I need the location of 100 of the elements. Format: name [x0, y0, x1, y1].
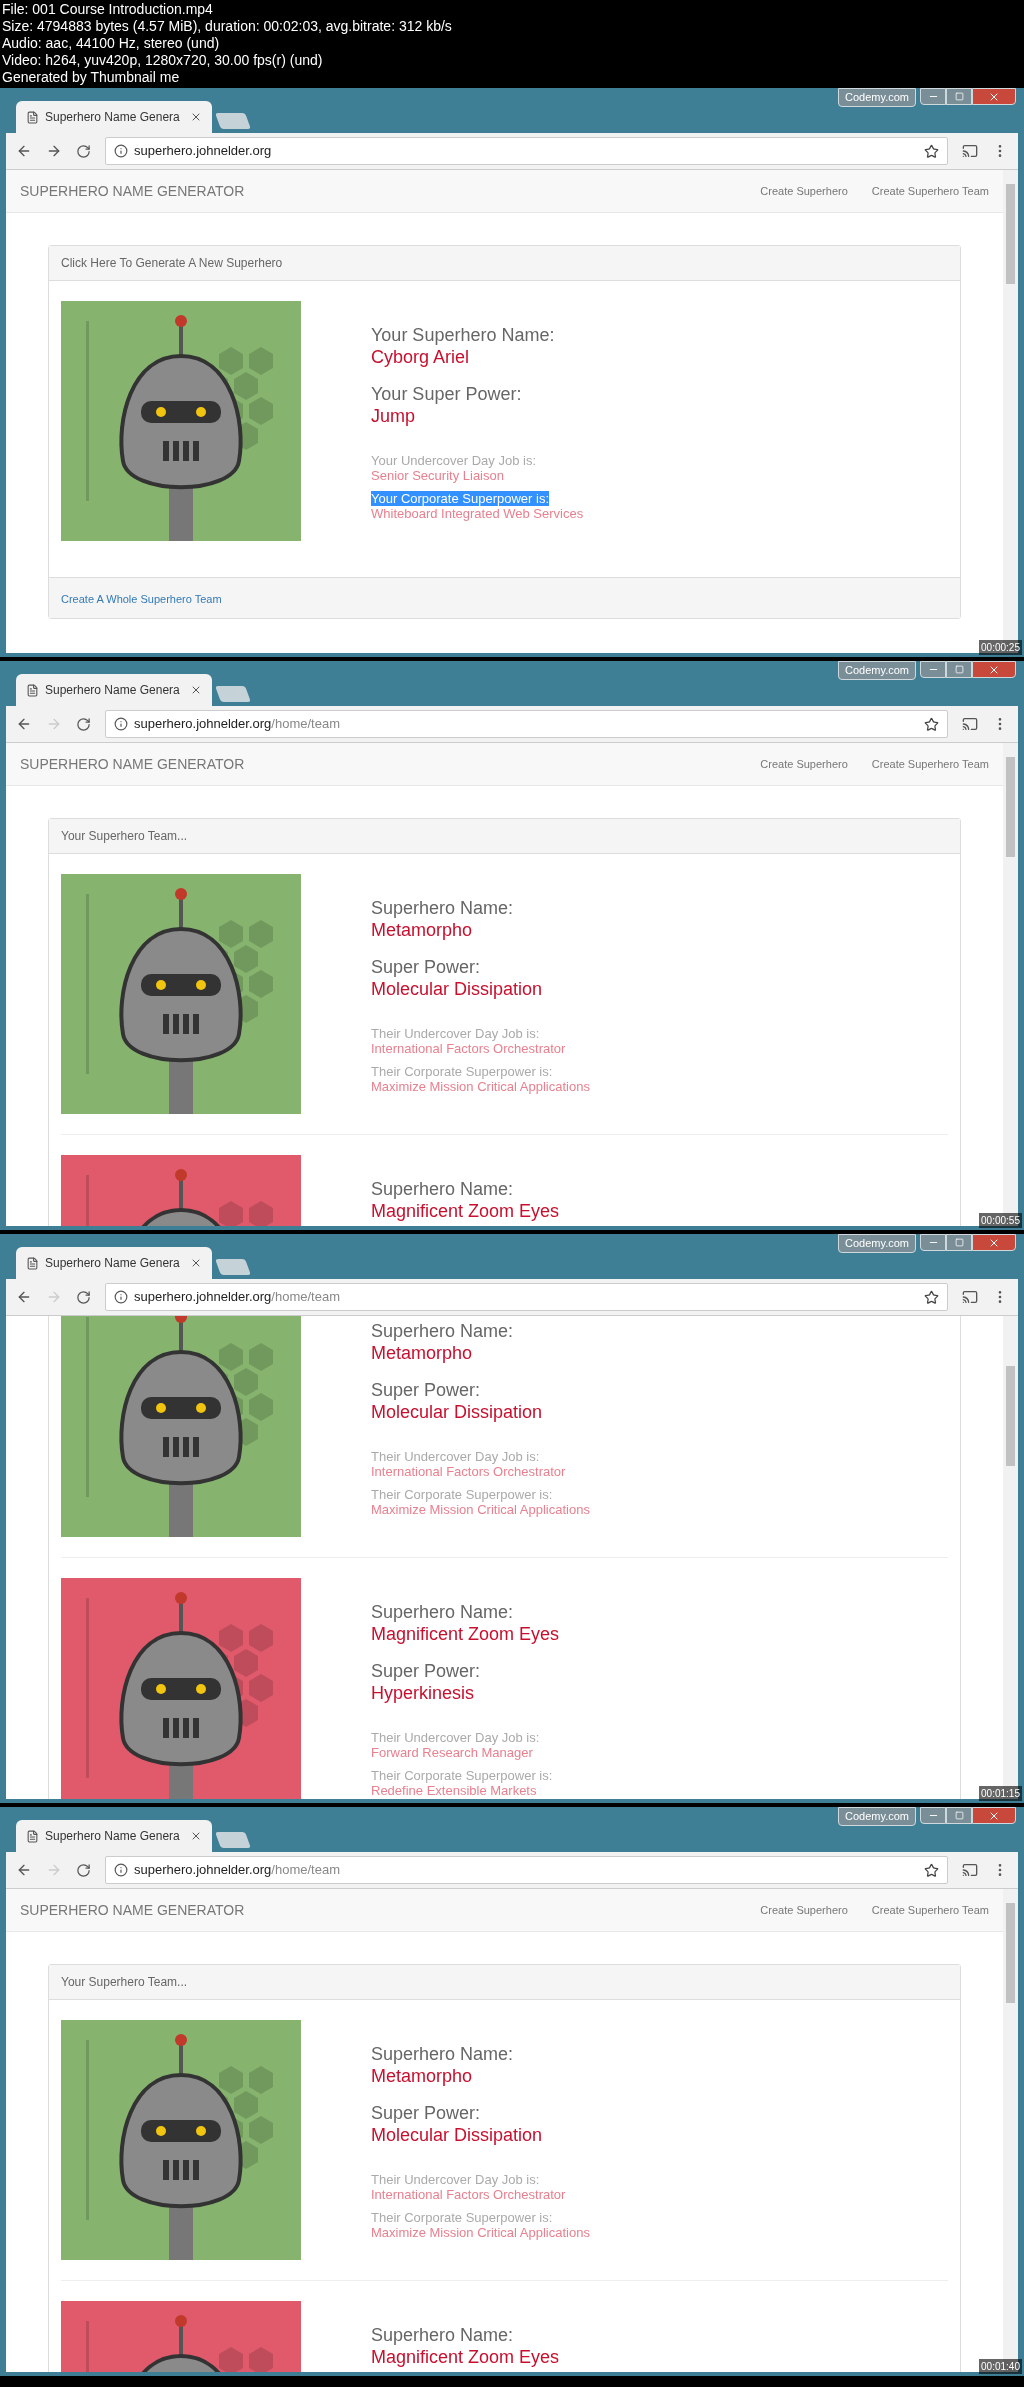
brand-title[interactable]: SUPERHERO NAME GENERATOR	[20, 1899, 737, 1921]
cast-icon[interactable]	[962, 1862, 978, 1878]
field-label: Superhero Name:	[371, 1179, 514, 1200]
close-button[interactable]	[972, 661, 1016, 678]
new-tab-button[interactable]	[215, 1259, 251, 1275]
field-label: Their Corporate Superpower is:	[371, 1768, 553, 1783]
nav-link[interactable]: Create Superhero Team	[871, 182, 989, 200]
info-icon	[114, 1290, 128, 1304]
address-bar[interactable]: superhero.johnelder.org/home/team	[105, 1283, 948, 1311]
bookmark-star-icon[interactable]	[924, 1289, 939, 1305]
field-value: International Factors Orchestrator	[371, 1464, 566, 1479]
bookmark-star-icon[interactable]	[924, 1862, 939, 1878]
create-team-link[interactable]: Create A Whole Superhero Team	[61, 593, 222, 605]
nav-link[interactable]: Create Superhero	[760, 1901, 848, 1919]
field-value: Molecular Dissipation	[371, 2124, 543, 2146]
browser-tab[interactable]: Superhero Name Genera	[16, 101, 212, 133]
panel-heading[interactable]: Your Superhero Team...	[49, 1965, 960, 2000]
bookmark-star-icon[interactable]	[924, 716, 939, 732]
panel-heading[interactable]: Your Superhero Team...	[49, 819, 960, 854]
page-icon	[26, 1256, 39, 1270]
field-label: Their Undercover Day Job is:	[371, 1026, 540, 1041]
reload-button[interactable]	[76, 716, 91, 732]
close-icon[interactable]	[190, 684, 202, 696]
field-value: Maximize Mission Critical Applications	[371, 2225, 590, 2240]
panel-heading[interactable]: Click Here To Generate A New Superhero	[49, 246, 960, 281]
field-value: Molecular Dissipation	[371, 978, 543, 1000]
window-badge: Codemy.com	[838, 1807, 916, 1826]
page-icon	[26, 1829, 39, 1843]
field-label: Superhero Name:	[371, 1602, 514, 1623]
field-value: International Factors Orchestrator	[371, 2187, 566, 2202]
field-value: Hyperkinesis	[371, 1682, 475, 1704]
new-tab-button[interactable]	[215, 113, 251, 129]
field-label: Superhero Name:	[371, 2044, 514, 2065]
field-label: Your Undercover Day Job is:	[371, 453, 536, 468]
reload-button[interactable]	[76, 143, 91, 159]
nav-link[interactable]: Create Superhero	[760, 755, 848, 773]
address-bar[interactable]: superhero.johnelder.org	[105, 137, 948, 165]
maximize-icon	[954, 92, 964, 101]
nav-link[interactable]: Create Superhero Team	[871, 755, 989, 773]
back-button[interactable]	[16, 143, 32, 159]
nav-link[interactable]: Create Superhero Team	[871, 1901, 989, 1919]
bookmark-star-icon[interactable]	[924, 143, 939, 159]
field-value: Molecular Dissipation	[371, 1401, 543, 1423]
brand-title[interactable]: SUPERHERO NAME GENERATOR	[20, 180, 737, 202]
new-tab-button[interactable]	[215, 1832, 251, 1848]
field-value: Jump	[371, 405, 415, 427]
back-button[interactable]	[16, 716, 32, 732]
window-badge: Codemy.com	[838, 88, 916, 107]
close-icon[interactable]	[190, 1830, 202, 1842]
close-icon[interactable]	[190, 1257, 202, 1269]
cast-icon[interactable]	[962, 716, 978, 732]
file-info-line: Video: h264, yuv420p, 1280x720, 30.00 fps(r) (und)	[2, 52, 324, 69]
browser-tab[interactable]: Superhero Name Genera	[16, 1820, 212, 1852]
new-tab-button[interactable]	[215, 686, 251, 702]
brand-title[interactable]: SUPERHERO NAME GENERATOR	[20, 753, 737, 775]
browser-tab[interactable]: Superhero Name Genera	[16, 1247, 212, 1279]
close-button[interactable]	[972, 88, 1016, 105]
file-info-line: Size: 4794883 bytes (4.57 MiB), duration: 00:02:03, avg.bitrate: 312 kb/s	[2, 18, 453, 35]
field-label: Their Corporate Superpower is:	[371, 2210, 553, 2225]
field-label: Super Power:	[371, 957, 481, 978]
field-label: Super Power:	[371, 1380, 481, 1401]
url-text: superhero.johnelder.org/home/team	[134, 1288, 340, 1307]
field-value: Metamorpho	[371, 1342, 473, 1364]
url-text: superhero.johnelder.org/home/team	[134, 1861, 340, 1880]
browser-tab[interactable]: Superhero Name Genera	[16, 674, 212, 706]
url-text: superhero.johnelder.org/home/team	[134, 715, 340, 734]
field-label: Your Superhero Name:	[371, 325, 555, 346]
field-value: Whiteboard Integrated Web Services	[371, 506, 584, 521]
close-icon[interactable]	[190, 111, 202, 123]
field-value: Redefine Extensible Markets	[371, 1783, 537, 1798]
field-value: Magnificent Zoom Eyes	[371, 1623, 560, 1645]
reload-button[interactable]	[76, 1862, 91, 1878]
page-icon	[26, 110, 39, 124]
field-label: Super Power:	[371, 2103, 481, 2124]
info-icon	[114, 144, 128, 158]
address-bar[interactable]: superhero.johnelder.org/home/team	[105, 710, 948, 738]
field-label: Super Power:	[371, 1661, 481, 1682]
close-button[interactable]	[972, 1807, 1016, 1824]
file-info-line: File: 001 Course Introduction.mp4	[2, 1, 214, 18]
field-label: Their Corporate Superpower is:	[371, 1487, 553, 1502]
field-value: Metamorpho	[371, 919, 473, 941]
nav-link[interactable]: Create Superhero	[760, 182, 848, 200]
address-bar[interactable]: superhero.johnelder.org/home/team	[105, 1856, 948, 1884]
url-text: superhero.johnelder.org	[134, 142, 272, 161]
cast-icon[interactable]	[962, 143, 978, 159]
tab-title: Superhero Name Genera	[45, 1255, 181, 1272]
file-info-line: Generated by Thumbnail me	[2, 69, 181, 86]
field-value: Maximize Mission Critical Applications	[371, 1502, 590, 1517]
field-label: Their Corporate Superpower is:	[371, 1064, 553, 1079]
field-value: Magnificent Zoom Eyes	[371, 1200, 560, 1222]
back-button[interactable]	[16, 1289, 32, 1305]
cast-icon[interactable]	[962, 1289, 978, 1305]
close-button[interactable]	[972, 1234, 1016, 1251]
field-value: Cyborg Ariel	[371, 346, 470, 368]
window-badge: Codemy.com	[838, 661, 916, 680]
reload-button[interactable]	[76, 1289, 91, 1305]
forward-button[interactable]	[46, 143, 62, 159]
field-label: Their Undercover Day Job is:	[371, 2172, 540, 2187]
back-button[interactable]	[16, 1862, 32, 1878]
page-icon	[26, 683, 39, 697]
